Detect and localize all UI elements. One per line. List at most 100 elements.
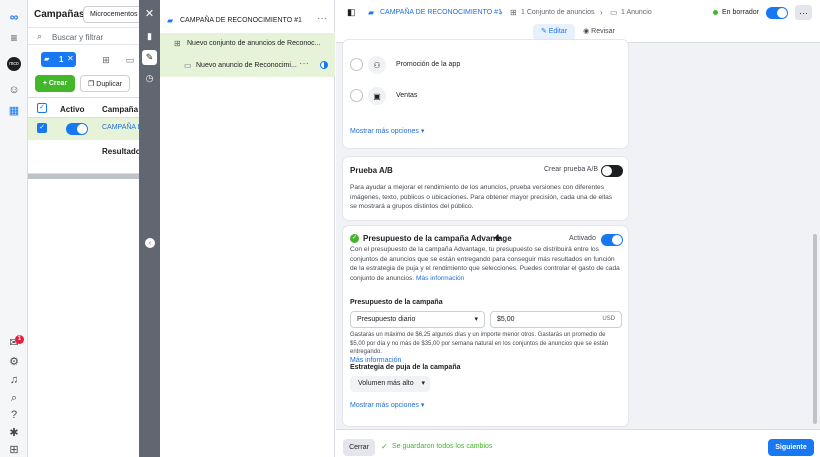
- bell-icon[interactable]: ♫: [7, 373, 21, 387]
- help-icon[interactable]: ?: [7, 408, 21, 422]
- vertical-scrollbar-thumb[interactable]: [813, 234, 817, 424]
- col-campaign: Campaña: [102, 105, 139, 114]
- bug-icon[interactable]: ✱: [7, 426, 21, 440]
- row-checkbox[interactable]: ✓: [37, 123, 47, 133]
- ads-view-icon[interactable]: ▭: [124, 54, 136, 66]
- budget-note-text: Gastarás un máximo de $6,25 algunos días…: [350, 332, 609, 355]
- vertical-scrollbar-track[interactable]: [812, 44, 818, 429]
- campaigns-panel: Campañas Microcementos D ⌕ Buscar y filt…: [28, 0, 145, 457]
- draft-status: En borrador: [722, 9, 759, 16]
- adset-grid-icon: ⊞: [174, 39, 181, 48]
- tree-adset-label: Nuevo conjunto de anuncios de Reconoc...: [187, 40, 321, 47]
- more-options-icon[interactable]: ···: [795, 5, 812, 20]
- next-button[interactable]: Siguiente: [768, 439, 814, 456]
- review-tab[interactable]: ◉ Revisar: [579, 24, 619, 40]
- show-more-bid-label: Mostrar más opciones: [350, 402, 419, 409]
- budget-amount-input[interactable]: $5,00 USD: [490, 311, 622, 328]
- folder-icon: ▰: [368, 8, 375, 17]
- objective-app-label: Promoción de la app: [396, 61, 461, 68]
- adset-grid-icon: ⊞: [510, 8, 517, 17]
- saved-status: Se guardaron todos los cambios: [392, 443, 493, 450]
- more-icon[interactable]: ···: [299, 58, 309, 69]
- edit-pencil-icon[interactable]: ✎: [142, 50, 157, 65]
- meta-logo-icon[interactable]: ∞: [7, 10, 21, 24]
- bid-strategy-select[interactable]: Volumen más alto ▾: [350, 376, 430, 392]
- breadcrumb-ad[interactable]: 1 Anuncio: [621, 9, 652, 16]
- notification-badge: 1: [15, 335, 24, 344]
- row-campaign-name[interactable]: CAMPAÑA D: [102, 124, 143, 131]
- budget-type-select[interactable]: Presupuesto diario ▾: [350, 311, 485, 328]
- tree-adset-item[interactable]: ⊞ Nuevo conjunto de anuncios de Reconoc.…: [160, 33, 335, 55]
- editor-header: ◧ ▰ CAMPAÑA DE RECONOCIMIENTO #1 › ⊞ 1 C…: [336, 0, 820, 43]
- currency-label: USD: [602, 316, 615, 322]
- tree-campaign-item[interactable]: ▰ CAMPAÑA DE RECONOCIMIENTO #1 ···: [160, 10, 335, 32]
- history-clock-icon[interactable]: ◷: [142, 71, 157, 86]
- objective-radio-sales[interactable]: [350, 89, 363, 102]
- campaigns-title: Campañas: [34, 9, 85, 20]
- bid-strategy-value: Volumen más alto: [358, 380, 414, 387]
- header-toggle[interactable]: [766, 7, 788, 19]
- tree-ad-item[interactable]: ▭ Nuevo anuncio de Reconocimi... ···: [160, 55, 335, 77]
- report-icon[interactable]: ⊞: [7, 443, 21, 457]
- show-more-bid-options[interactable]: Mostrar más opciones ▾: [350, 401, 424, 409]
- chevron-right-icon: ›: [600, 8, 603, 17]
- chevron-right-icon: ›: [500, 8, 503, 17]
- menu-icon[interactable]: ≡: [7, 31, 21, 45]
- duplicate-label: Duplicar: [96, 81, 122, 88]
- ab-test-toggle-label: Crear prueba A/B: [544, 166, 599, 173]
- smiley-icon[interactable]: ☺: [7, 83, 21, 97]
- chart-icon[interactable]: ▮: [142, 29, 157, 44]
- close-editor-icon[interactable]: ✕: [142, 7, 157, 22]
- ab-test-title: Prueba A/B: [350, 166, 393, 175]
- close-button[interactable]: Cerrar: [343, 439, 375, 456]
- show-more-label: Mostrar más opciones: [350, 128, 419, 135]
- selected-count: 1: [59, 55, 64, 64]
- ab-test-toggle[interactable]: [601, 165, 623, 177]
- selected-filter-chip[interactable]: ▰ 1 ✕: [41, 52, 76, 67]
- edit-tab[interactable]: ✎ Editar: [533, 24, 575, 40]
- table-row[interactable]: ✓ CAMPAÑA D: [28, 118, 143, 140]
- more-icon[interactable]: ···: [317, 13, 327, 24]
- caret-down-icon: ▾: [420, 128, 425, 135]
- editor-footer: Cerrar ✓ Se guardaron todos los cambios …: [336, 429, 820, 457]
- folder-icon: ▰: [167, 16, 174, 25]
- objective-card: ⚇ Promoción de la app ▣ Ventas Mostrar m…: [343, 40, 628, 148]
- budget-more-info-link[interactable]: Más información: [416, 275, 464, 282]
- editor-toolbar: ✕ ▮ ✎ ◷: [139, 0, 160, 457]
- campaign-active-toggle[interactable]: [66, 123, 88, 135]
- briefcase-icon: ▣: [368, 87, 386, 105]
- create-button[interactable]: + Crear: [35, 75, 75, 92]
- advantage-plus-icon: ✚: [494, 233, 502, 243]
- budget-note-more-info-link[interactable]: Más información: [350, 357, 401, 364]
- horizontal-scrollbar[interactable]: [28, 174, 139, 179]
- select-all-checkbox[interactable]: ✓: [37, 103, 47, 113]
- budget-title: Presupuesto de la campaña Advantage: [363, 234, 512, 243]
- collapse-chevron-icon[interactable]: ‹: [145, 238, 155, 248]
- campaigns-grid-icon[interactable]: ▦: [7, 104, 21, 118]
- account-avatar[interactable]: mco: [7, 57, 21, 71]
- clear-selection-icon[interactable]: ✕: [67, 54, 74, 63]
- objective-radio-app[interactable]: [350, 58, 363, 71]
- adsets-view-icon[interactable]: ⊞: [100, 54, 112, 66]
- ab-test-card: Prueba A/B Crear prueba A/B Para ayudar …: [343, 157, 628, 220]
- caret-down-icon: ▾: [474, 316, 478, 323]
- people-icon: ⚇: [368, 56, 386, 74]
- results-row: Resultados: [28, 140, 145, 174]
- review-label: Revisar: [591, 28, 615, 35]
- breadcrumb-adset[interactable]: 1 Conjunto de anuncios: [521, 9, 595, 16]
- left-rail: ∞ ≡ mco ☺ ▦ ✉ 1 ⚙ ♫ ⌕ ? ✱ ⊞: [0, 0, 28, 457]
- search-bar[interactable]: ⌕ Buscar y filtrar: [28, 27, 139, 45]
- account-select[interactable]: Microcementos D: [83, 6, 143, 23]
- caret-down-icon: ▾: [420, 402, 425, 409]
- settings-icon[interactable]: ⚙: [7, 355, 21, 369]
- search-icon[interactable]: ⌕: [7, 391, 21, 405]
- check-circle-icon: ✓: [350, 234, 359, 243]
- duplicate-button[interactable]: ❐ Duplicar: [80, 75, 130, 92]
- ab-test-description: Para ayudar a mejorar el rendimiento de …: [350, 184, 613, 210]
- main-editor: ◧ ▰ CAMPAÑA DE RECONOCIMIENTO #1 › ⊞ 1 C…: [336, 0, 820, 457]
- breadcrumb-campaign[interactable]: CAMPAÑA DE RECONOCIMIENTO #1: [380, 9, 502, 16]
- show-more-objectives[interactable]: Mostrar más opciones ▾: [350, 127, 424, 135]
- pencil-icon: ✎: [540, 28, 549, 35]
- table-header: ✓ Activo Campaña: [28, 97, 139, 118]
- sidebar-toggle-icon[interactable]: ◧: [347, 7, 356, 18]
